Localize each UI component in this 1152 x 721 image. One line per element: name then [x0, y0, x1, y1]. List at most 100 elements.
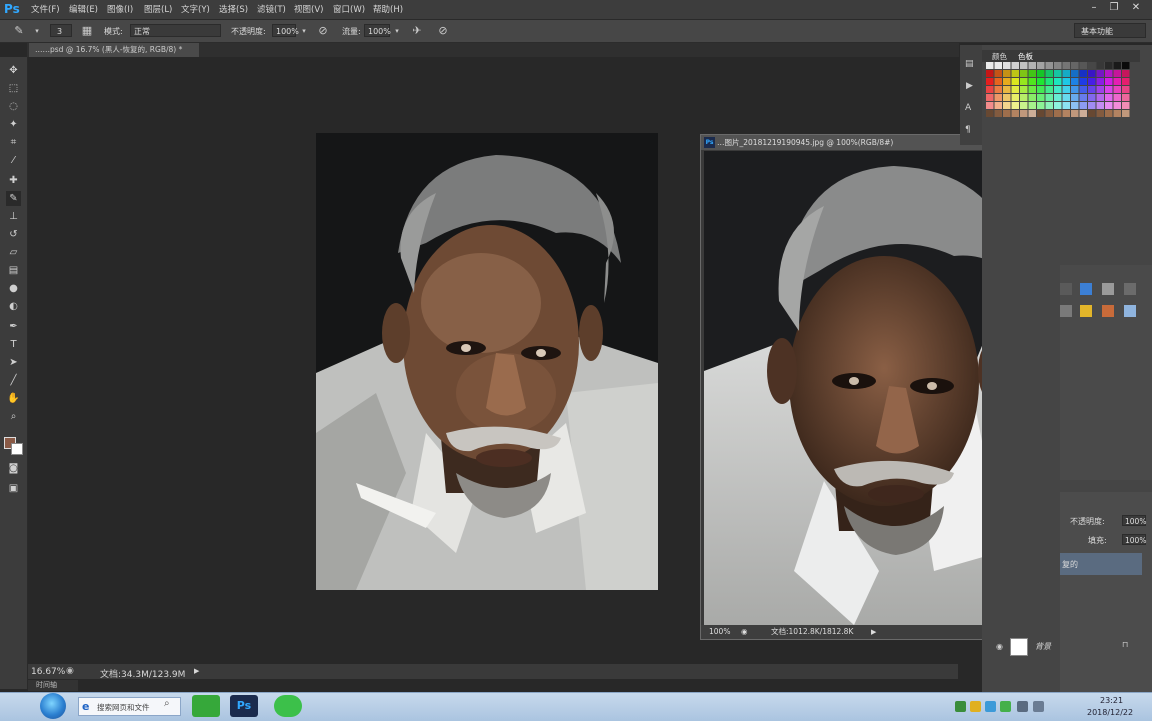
adjust-exposure-icon[interactable] [1124, 283, 1136, 295]
actions-play-icon[interactable]: ▶ [966, 81, 973, 91]
swatch[interactable] [1020, 86, 1028, 93]
swatch[interactable] [1054, 62, 1062, 69]
swatch[interactable] [1088, 110, 1096, 117]
swatch[interactable] [994, 70, 1003, 77]
swatch[interactable] [1028, 78, 1037, 85]
swatch[interactable] [986, 62, 994, 69]
character-panel-icon[interactable]: A [965, 103, 971, 113]
brush-size-picker[interactable]: 3 [50, 24, 72, 37]
tray-icon-3[interactable] [985, 701, 996, 712]
swatch[interactable] [1122, 86, 1130, 93]
swatch[interactable] [1062, 70, 1071, 77]
swatches-grid[interactable] [986, 62, 1136, 120]
swatch[interactable] [986, 70, 994, 77]
swatch[interactable] [1113, 78, 1122, 85]
workspace-select[interactable]: 基本功能 [1074, 23, 1146, 38]
swatch[interactable] [1113, 110, 1122, 117]
swatch[interactable] [1003, 110, 1011, 117]
close-button[interactable]: ✕ [1128, 1, 1144, 15]
swatch[interactable] [1028, 94, 1037, 101]
volume-icon[interactable] [1033, 701, 1044, 712]
adjust-hue-icon[interactable] [1080, 305, 1092, 317]
swatch[interactable] [1054, 110, 1062, 117]
menu-view[interactable]: 视图(V) [294, 3, 323, 15]
painting-canvas[interactable] [316, 133, 658, 590]
start-button[interactable] [40, 693, 66, 719]
eyedropper-icon[interactable]: ⁄ [6, 153, 21, 168]
swatch[interactable] [1122, 78, 1130, 85]
swatch[interactable] [986, 110, 994, 117]
swatch[interactable] [1122, 94, 1130, 101]
swatch[interactable] [1088, 70, 1096, 77]
swatch[interactable] [1113, 70, 1122, 77]
history-brush-icon[interactable]: ↺ [6, 227, 21, 242]
swatch[interactable] [1028, 110, 1037, 117]
menu-help[interactable]: 帮助(H) [373, 3, 403, 15]
swatch[interactable] [1037, 94, 1045, 101]
adjust-vibrance-icon[interactable] [1060, 305, 1072, 317]
document-tab[interactable]: ……psd @ 16.7% (黑人-恢复的, RGB/8) * [29, 43, 199, 57]
crop-icon[interactable]: ⌗ [6, 135, 21, 150]
mode-select[interactable]: 正常 [130, 24, 221, 37]
swatch[interactable] [1096, 110, 1105, 117]
swatch[interactable] [1020, 102, 1028, 109]
swatch[interactable] [1079, 70, 1088, 77]
swatch[interactable] [1011, 86, 1020, 93]
adjust-brightness-icon[interactable] [1060, 283, 1072, 295]
opacity-dropdown-icon[interactable]: ▾ [297, 24, 311, 38]
swatch[interactable] [994, 86, 1003, 93]
type-icon[interactable]: T [6, 337, 21, 352]
swatch[interactable] [1028, 86, 1037, 93]
swatch[interactable] [1003, 62, 1011, 69]
swatch[interactable] [1062, 62, 1071, 69]
swatch[interactable] [1037, 62, 1045, 69]
pressure-size-icon[interactable]: ⊘ [436, 24, 450, 38]
swatch[interactable] [1003, 94, 1011, 101]
swatch[interactable] [1011, 110, 1020, 117]
swatch[interactable] [1113, 102, 1122, 109]
swatch[interactable] [1020, 78, 1028, 85]
tray-icon-1[interactable] [955, 701, 966, 712]
adjust-curves-icon[interactable] [1102, 283, 1114, 295]
blur-icon[interactable]: ● [6, 281, 21, 296]
swatch[interactable] [994, 110, 1003, 117]
stamp-icon[interactable]: ⊥ [6, 209, 21, 224]
screen-mode-icon[interactable]: ▣ [6, 481, 21, 496]
swatch[interactable] [1079, 62, 1088, 69]
status-arrow-icon[interactable]: ▶ [871, 625, 876, 639]
swatch[interactable] [1011, 102, 1020, 109]
swatch[interactable] [1096, 62, 1105, 69]
swatch[interactable] [986, 86, 994, 93]
zoom-icon[interactable]: ⌕ [6, 409, 21, 424]
swatch[interactable] [1079, 110, 1088, 117]
swatch[interactable] [1037, 102, 1045, 109]
layer-row-background[interactable]: ◉ 背景 ⊓ [996, 635, 1142, 657]
swatch[interactable] [1003, 102, 1011, 109]
brush-tool-icon[interactable]: ✎ [12, 24, 26, 38]
adjust-levels-icon[interactable] [1080, 283, 1092, 295]
background-color-swatch[interactable] [11, 443, 23, 455]
swatch[interactable] [1020, 110, 1028, 117]
swatch[interactable] [1045, 62, 1054, 69]
gradient-icon[interactable]: ▤ [6, 263, 21, 278]
swatch[interactable] [1113, 94, 1122, 101]
swatch[interactable] [1079, 102, 1088, 109]
reference-zoom[interactable]: 100% [709, 625, 730, 639]
swatch[interactable] [1071, 62, 1079, 69]
swatch[interactable] [1122, 102, 1130, 109]
swatch[interactable] [1003, 70, 1011, 77]
swatch[interactable] [1088, 62, 1096, 69]
swatch[interactable] [1079, 78, 1088, 85]
swatch[interactable] [994, 62, 1003, 69]
swatch[interactable] [1011, 70, 1020, 77]
swatch[interactable] [1037, 110, 1045, 117]
menu-file[interactable]: 文件(F) [31, 3, 60, 15]
menu-filter[interactable]: 滤镜(T) [257, 3, 286, 15]
chevron-down-icon[interactable]: ▾ [30, 24, 44, 38]
menu-edit[interactable]: 编辑(E) [69, 3, 98, 15]
menu-type[interactable]: 文字(Y) [181, 3, 210, 15]
swatch[interactable] [1054, 86, 1062, 93]
lasso-icon[interactable]: ◌ [6, 99, 21, 114]
brush-icon[interactable]: ✎ [6, 191, 21, 206]
swatch[interactable] [1020, 94, 1028, 101]
